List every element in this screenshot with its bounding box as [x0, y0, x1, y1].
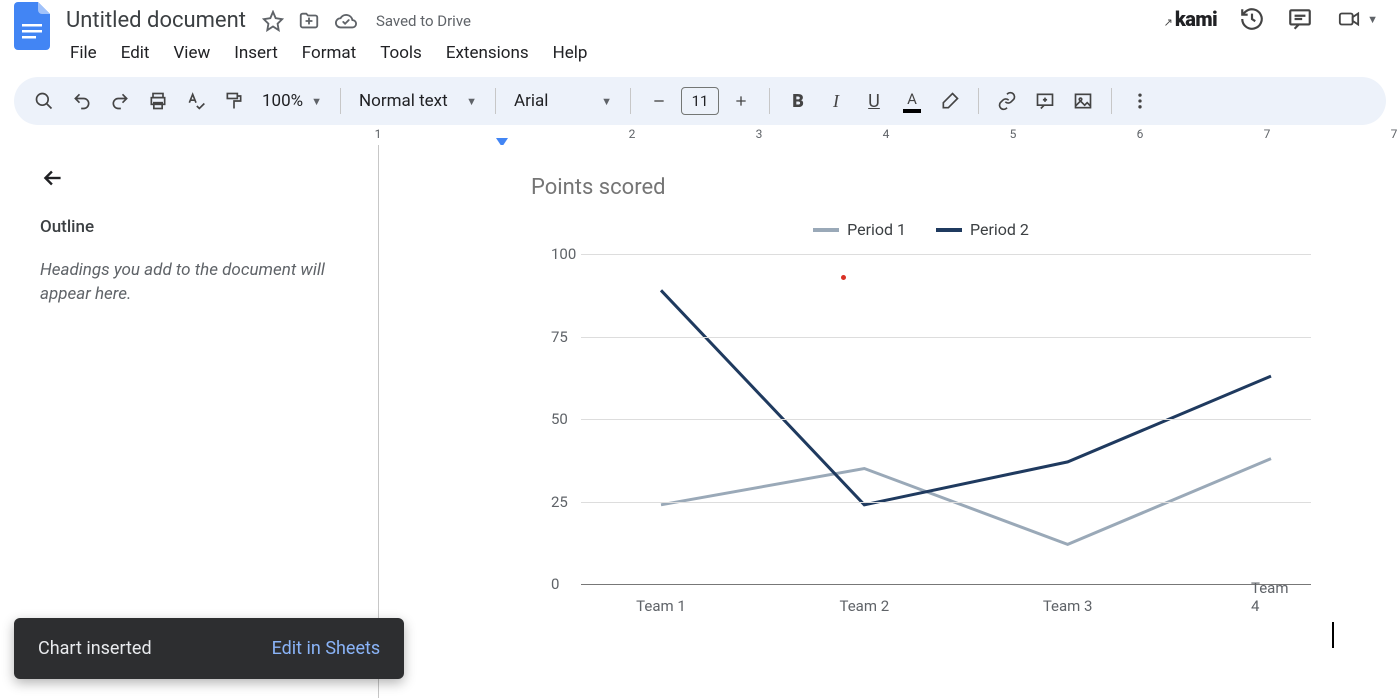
- italic-icon[interactable]: I: [820, 85, 852, 117]
- x-tick-label: Team 2: [840, 597, 890, 615]
- horizontal-ruler[interactable]: 1 2 3 4 5 6 7 7: [378, 125, 1400, 145]
- increase-font-icon[interactable]: [725, 85, 757, 117]
- paint-format-icon[interactable]: [218, 85, 250, 117]
- x-tick-label: Team 3: [1043, 597, 1093, 615]
- legend-label: Period 1: [847, 220, 906, 239]
- legend-label: Period 2: [970, 220, 1029, 239]
- vertical-ruler[interactable]: [0, 145, 20, 698]
- outline-empty-hint: Headings you add to the document will ap…: [40, 259, 358, 307]
- menu-insert[interactable]: Insert: [224, 39, 288, 67]
- y-tick-label: 0: [551, 575, 559, 593]
- bold-icon[interactable]: B: [782, 85, 814, 117]
- font-size-input[interactable]: 11: [681, 87, 719, 115]
- y-tick-label: 75: [551, 328, 568, 346]
- legend-swatch: [813, 228, 839, 232]
- move-icon[interactable]: [298, 10, 320, 32]
- spellcheck-icon[interactable]: [180, 85, 212, 117]
- font-select[interactable]: Arial▼: [508, 91, 618, 111]
- header: Untitled document Saved to Drive File Ed…: [0, 0, 1400, 67]
- redo-icon[interactable]: [104, 85, 136, 117]
- ruler-mark: 6: [1137, 127, 1144, 141]
- document-canvas[interactable]: Points scored Period 1 Period 2 0 25 50 75 1…: [378, 145, 1400, 698]
- cloud-saved-icon[interactable]: [334, 10, 358, 32]
- y-tick-label: 25: [551, 493, 568, 511]
- y-tick-label: 100: [551, 245, 576, 263]
- ruler-mark: 5: [1010, 127, 1017, 141]
- ruler-mark: 4: [883, 127, 890, 141]
- legend-swatch: [936, 228, 962, 232]
- menu-tools[interactable]: Tools: [370, 39, 432, 67]
- document-title[interactable]: Untitled document: [60, 6, 252, 35]
- text-color-icon[interactable]: A: [896, 85, 928, 117]
- ruler-mark: 7: [1264, 127, 1271, 141]
- ruler-mark: 3: [756, 127, 763, 141]
- menu-view[interactable]: View: [163, 39, 220, 67]
- toolbar: 100%▼ Normal text▼ Arial▼ 11 B I U A: [14, 77, 1386, 125]
- ruler-mark: 7: [1391, 127, 1398, 141]
- link-icon[interactable]: [991, 85, 1023, 117]
- chart-legend: Period 1 Period 2: [531, 220, 1311, 239]
- saved-status: Saved to Drive: [376, 12, 471, 30]
- collapse-outline-icon[interactable]: [40, 165, 358, 191]
- toast-notification: Chart inserted Edit in Sheets: [14, 618, 404, 679]
- menu-help[interactable]: Help: [543, 39, 598, 67]
- menu-bar: File Edit View Insert Format Tools Exten…: [60, 39, 1164, 67]
- ruler-mark: 1: [375, 127, 382, 141]
- text-cursor: [1332, 622, 1334, 648]
- y-tick-label: 50: [551, 410, 568, 428]
- chart-title: Points scored: [531, 175, 1400, 200]
- history-icon[interactable]: [1239, 6, 1265, 32]
- print-icon[interactable]: [142, 85, 174, 117]
- menu-edit[interactable]: Edit: [111, 39, 160, 67]
- insert-image-icon[interactable]: [1067, 85, 1099, 117]
- menu-format[interactable]: Format: [292, 39, 366, 67]
- meet-icon[interactable]: ▼: [1335, 8, 1378, 30]
- more-icon[interactable]: [1124, 85, 1156, 117]
- kami-extension[interactable]: ↗kami: [1164, 7, 1218, 31]
- ruler-mark: 2: [629, 127, 636, 141]
- toast-message: Chart inserted: [38, 638, 152, 659]
- add-comment-icon[interactable]: [1029, 85, 1061, 117]
- comments-icon[interactable]: [1287, 6, 1313, 32]
- decrease-font-icon[interactable]: [643, 85, 675, 117]
- toast-action-link[interactable]: Edit in Sheets: [272, 638, 381, 659]
- annotation-dot-icon: [841, 275, 846, 280]
- outline-heading: Outline: [40, 217, 358, 237]
- star-icon[interactable]: [262, 10, 284, 32]
- docs-logo-icon[interactable]: [12, 6, 52, 46]
- search-icon[interactable]: [28, 85, 60, 117]
- x-tick-label: Team 4: [1251, 579, 1291, 615]
- undo-icon[interactable]: [66, 85, 98, 117]
- outline-sidebar: Outline Headings you add to the document…: [20, 145, 378, 698]
- zoom-select[interactable]: 100%▼: [256, 91, 328, 111]
- paragraph-style-select[interactable]: Normal text▼: [353, 91, 483, 111]
- x-tick-label: Team 1: [636, 597, 686, 615]
- highlight-icon[interactable]: [934, 85, 966, 117]
- underline-icon[interactable]: U: [858, 85, 890, 117]
- chart[interactable]: Period 1 Period 2 0 25 50 75 100 Team 1 Team 2…: [531, 220, 1311, 620]
- chart-plot-area: 0255075100Team 1Team 2Team 3Team 4: [551, 249, 1311, 589]
- menu-extensions[interactable]: Extensions: [436, 39, 539, 67]
- menu-file[interactable]: File: [60, 39, 107, 67]
